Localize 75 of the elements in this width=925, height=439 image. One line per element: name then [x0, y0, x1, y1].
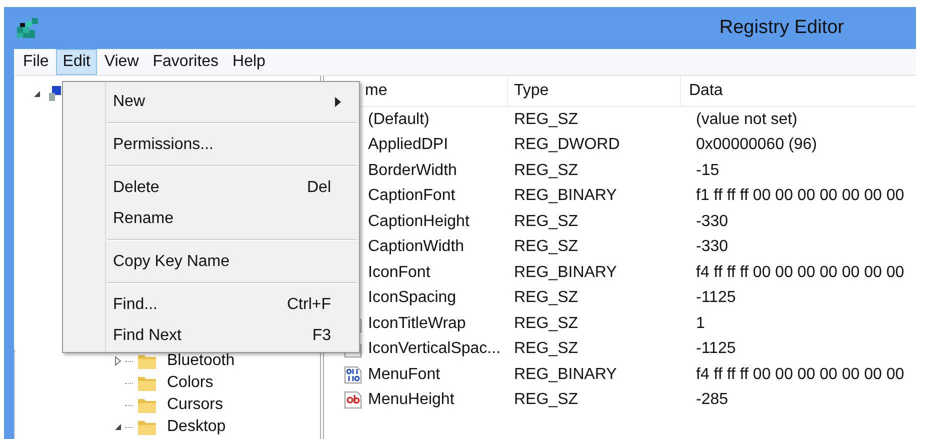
menu-item[interactable]: Copy Key Name [107, 246, 357, 277]
text-value-icon [344, 391, 362, 410]
folder-icon [137, 374, 157, 392]
menu-item[interactable]: Rename [107, 203, 357, 234]
table-cell-text: REG_SZ [513, 238, 580, 256]
column-header[interactable]: Type [508, 76, 681, 106]
column-header[interactable]: Data [681, 76, 916, 106]
computer-icon [48, 85, 62, 103]
table-cell-text: 0x00000060 (96) [695, 136, 817, 154]
menu-item-label: Find Next [113, 326, 182, 344]
menu-item[interactable]: View [97, 49, 146, 75]
table-cell-text: (value not set) [695, 110, 798, 129]
table-cell-text: REG_DWORD [513, 136, 621, 154]
table-cell-text: -285 [695, 391, 728, 410]
table-cell-text: REG_BINARY [513, 366, 618, 384]
table-cell-text: REG_SZ [513, 212, 580, 231]
table-cell-text: BorderWidth [368, 162, 458, 180]
menu-item[interactable]: Find... Ctrl+F [107, 289, 357, 320]
table-cell-text: AppliedDPI [368, 136, 450, 154]
table-cell-text: REG_SZ [513, 314, 580, 333]
table-cell-text: MenuHeight [368, 391, 456, 410]
menu-item[interactable]: Help [226, 49, 272, 75]
tree-item[interactable]: Colors [167, 374, 214, 392]
menu-item-label: Rename [113, 210, 174, 228]
tree-item[interactable]: Bluetooth [167, 352, 235, 370]
shortcut-text: F3 [312, 326, 331, 344]
tree-item[interactable]: Desktop [167, 418, 226, 436]
expanded-arrow-icon [33, 90, 41, 98]
window-title: Registry Editor [719, 17, 844, 39]
menu-item-label: New [113, 92, 146, 110]
table-cell-text: IconTitleWrap [368, 314, 467, 333]
menu-item-label: Permissions... [113, 136, 214, 154]
table-cell-text: REG_BINARY [513, 264, 618, 282]
menu-item-label: Find... [113, 296, 158, 314]
menu-item[interactable]: Permissions... [107, 129, 357, 160]
table-cell-text: IconFont [368, 264, 432, 282]
table-cell-text: REG_SZ [513, 162, 580, 180]
shortcut-text: Ctrl+F [287, 296, 331, 314]
table-cell-text: -330 [695, 212, 728, 231]
table-cell-text: -1125 [695, 340, 736, 358]
expanded-arrow-icon [114, 423, 122, 431]
folder-icon [137, 418, 157, 436]
table-cell-text: -15 [695, 162, 720, 180]
table-cell-text: REG_SZ [513, 289, 580, 308]
table-cell-text: REG_SZ [513, 340, 580, 358]
folder-icon [137, 396, 157, 414]
table-cell-text: f4 ff ff ff 00 00 00 00 00 00 00 [695, 366, 904, 384]
menu-item[interactable]: Favorites [146, 49, 226, 75]
collapsed-arrow-icon [114, 356, 122, 366]
table-cell-text: -330 [695, 238, 728, 256]
menu-item[interactable]: Delete Del [107, 172, 357, 203]
menu-item-label: Copy Key Name [113, 252, 230, 270]
folder-icon [137, 352, 157, 370]
menu-item[interactable]: File [16, 49, 56, 75]
binary-value-icon [344, 366, 362, 384]
table-cell-text: CaptionHeight [368, 212, 470, 231]
table-cell-text: 1 [695, 314, 705, 333]
tree-item[interactable]: Cursors [167, 396, 224, 414]
menu-item-label: Delete [113, 178, 160, 196]
table-cell-text: REG_SZ [513, 110, 580, 129]
table-cell-text: REG_BINARY [513, 187, 618, 206]
menu-item[interactable]: Edit [56, 49, 98, 75]
table-cell-text: -1125 [695, 289, 736, 308]
shortcut-text: Del [306, 178, 331, 196]
cubes-icon [16, 17, 40, 39]
table-cell-text: MenuFont [368, 366, 442, 384]
table-cell-text: REG_SZ [513, 391, 580, 410]
table-cell-text: IconVerticalSpac... [368, 340, 502, 358]
table-cell-text: IconSpacing [368, 289, 458, 308]
table-cell-text: CaptionFont [368, 187, 456, 206]
table-cell-text: CaptionWidth [368, 238, 466, 256]
menu-item[interactable]: Find Next F3 [107, 320, 357, 351]
table-cell-text: f4 ff ff ff 00 00 00 00 00 00 00 [695, 264, 904, 282]
table-cell-text: (Default) [368, 110, 430, 129]
table-cell-text: f1 ff ff ff 00 00 00 00 00 00 00 [695, 187, 904, 206]
